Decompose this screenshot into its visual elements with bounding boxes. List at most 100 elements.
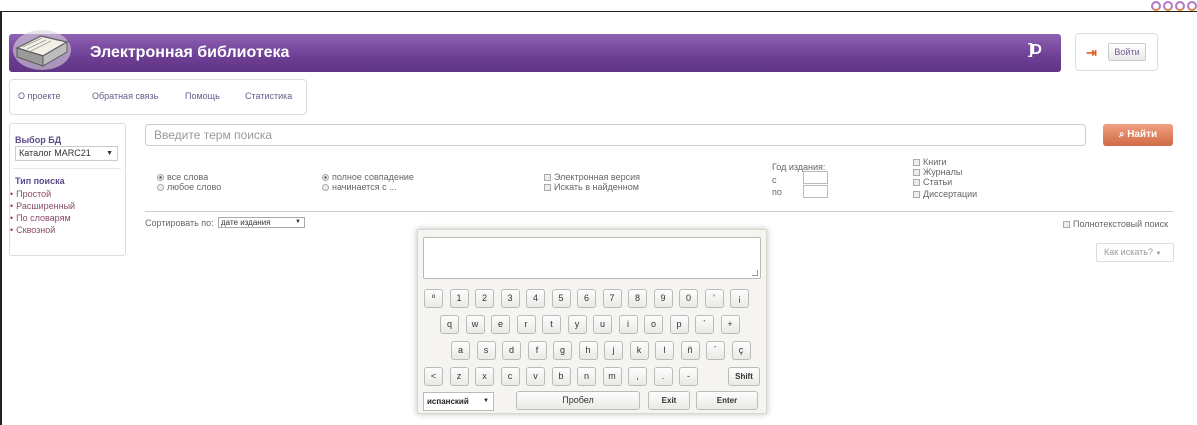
divider (145, 211, 1173, 212)
keyboard-key[interactable]: x (475, 367, 494, 386)
keyboard-key[interactable]: t (542, 315, 561, 334)
keyboard-key[interactable]: q (440, 315, 459, 334)
search-input[interactable]: Введите терм поиска (145, 124, 1086, 146)
howto-button[interactable]: Как искать? ▼ (1096, 243, 1174, 262)
keyboard-key[interactable]: 1 (449, 289, 469, 308)
search-type-heading: Тип поиска (15, 176, 65, 186)
keyboard-key[interactable]: y (567, 315, 587, 334)
search-type-through[interactable]: • Сквозной (10, 225, 55, 235)
search-button[interactable]: ⌕ Найти (1103, 124, 1173, 146)
keyboard-key[interactable]: z (449, 367, 469, 386)
keyboard-key[interactable]: ` (695, 315, 714, 334)
keyboard-key[interactable]: d (502, 341, 521, 360)
radio-all-words[interactable]: все слова (157, 172, 208, 182)
checkbox-electronic[interactable]: Электронная версия (544, 172, 640, 182)
nav-about[interactable]: О проекте (18, 91, 60, 101)
keyboard-key[interactable]: i (618, 315, 638, 334)
radio-starts-with[interactable]: начинается с ... (322, 182, 397, 192)
login-box: ⇥ Войти (1075, 33, 1158, 71)
keyboard-key[interactable]: 4 (526, 289, 545, 308)
keyboard-key[interactable]: 8 (628, 289, 647, 308)
checkbox-dissertations[interactable]: Диссертации (913, 189, 977, 199)
keyboard-key[interactable]: m (602, 367, 622, 386)
keyboard-key[interactable]: 6 (577, 289, 596, 308)
search-type-simple[interactable]: • Простой (10, 189, 51, 199)
checkbox-books[interactable]: Книги (913, 157, 947, 167)
keyboard-key[interactable]: h (578, 341, 598, 360)
keyboard-key[interactable]: e (491, 315, 510, 334)
keyboard-key[interactable]: + (720, 315, 740, 334)
search-type-extended[interactable]: • Расширенный (10, 201, 75, 211)
checkbox-articles[interactable]: Статьи (913, 177, 952, 187)
keyboard-key[interactable]: ç (731, 341, 751, 360)
keyboard-key[interactable]: 2 (475, 289, 494, 308)
keyboard-key[interactable]: 3 (500, 289, 520, 308)
search-icon: ⌕ (1118, 129, 1128, 140)
window-top-frame (0, 0, 1197, 12)
keyboard-key[interactable]: w (465, 315, 485, 334)
sort-select[interactable]: дате издания ▼ (218, 217, 305, 228)
chevron-down-icon: ▼ (295, 219, 301, 225)
checkbox-search-found[interactable]: Искать в найденном (544, 182, 639, 192)
keyboard-key[interactable]: f (527, 341, 547, 360)
exit-key[interactable]: Exit (648, 391, 690, 410)
checkbox-journals[interactable]: Журналы (913, 167, 962, 177)
keyboard-key[interactable]: ´ (706, 341, 725, 360)
db-heading: Выбор БД (15, 135, 62, 145)
year-from-label: с (772, 175, 777, 185)
nav-help[interactable]: Помощь (185, 91, 220, 101)
keyboard-key[interactable]: p (669, 315, 689, 334)
keyboard-key[interactable]: r (516, 315, 536, 334)
book-logo-icon[interactable] (11, 26, 73, 72)
keyboard-key[interactable]: 7 (602, 289, 622, 308)
chevron-down-icon: ▼ (106, 150, 113, 157)
login-button[interactable]: Войти (1108, 43, 1146, 61)
shift-key[interactable]: Shift (728, 367, 760, 386)
sidebar-divider (13, 168, 121, 169)
keyboard-key[interactable]: l (655, 341, 674, 360)
year-to-label: по (772, 187, 782, 197)
radio-exact-match[interactable]: полное совпадение (322, 172, 414, 182)
sort-label: Сортировать по: (145, 218, 214, 228)
space-key[interactable]: Пробел (516, 391, 640, 410)
keyboard-key[interactable]: j (604, 341, 623, 360)
keyboard-key[interactable]: s (476, 341, 496, 360)
checkbox-fulltext[interactable]: Полнотекстовый поиск (1063, 219, 1168, 229)
nav-statistics[interactable]: Статистика (245, 91, 292, 101)
keyboard-key[interactable]: - (679, 367, 698, 386)
keyboard-key[interactable]: , (628, 367, 647, 386)
db-select[interactable]: Каталог MARC21 ▼ (15, 146, 118, 161)
keyboard-key[interactable]: 5 (551, 289, 571, 308)
keyboard-key[interactable]: n (577, 367, 596, 386)
keyboard-text-area[interactable] (423, 237, 761, 279)
chevron-down-icon: ▼ (483, 398, 489, 404)
window-left-frame (0, 12, 2, 425)
keyboard-key[interactable]: 9 (653, 289, 673, 308)
keyboard-key[interactable]: 0 (679, 289, 698, 308)
keyboard-language-select[interactable]: испанский ▼ (423, 392, 494, 411)
keyboard-key[interactable]: o (644, 315, 663, 334)
brand-logo: ]D (1028, 41, 1042, 58)
keyboard-key[interactable]: ¡ (730, 289, 749, 308)
year-to-input[interactable] (803, 185, 828, 198)
keyboard-key[interactable]: . (653, 367, 673, 386)
keyboard-key[interactable]: < (424, 367, 443, 386)
enter-key[interactable]: Enter (696, 391, 758, 410)
nav-feedback[interactable]: Обратная связь (92, 91, 158, 101)
search-type-dictionary[interactable]: • По словарям (10, 213, 71, 223)
keyboard-key[interactable]: u (593, 315, 612, 334)
keyboard-key[interactable]: g (553, 341, 572, 360)
browser-corner-icons (1151, 1, 1197, 11)
keyboard-key[interactable]: b (551, 367, 571, 386)
keyboard-key[interactable]: v (526, 367, 545, 386)
keyboard-key[interactable]: a (451, 341, 470, 360)
year-from-input[interactable] (803, 171, 828, 184)
page-title: Электронная библиотека (90, 44, 290, 61)
keyboard-key[interactable]: k (629, 341, 649, 360)
keyboard-key[interactable]: ñ (680, 341, 700, 360)
keyboard-key[interactable]: º (424, 289, 443, 308)
keyboard-key[interactable]: ' (704, 289, 724, 308)
keyboard-key[interactable]: c (500, 367, 520, 386)
login-icon: ⇥ (1086, 45, 1097, 60)
radio-any-word[interactable]: любое слово (157, 182, 221, 192)
